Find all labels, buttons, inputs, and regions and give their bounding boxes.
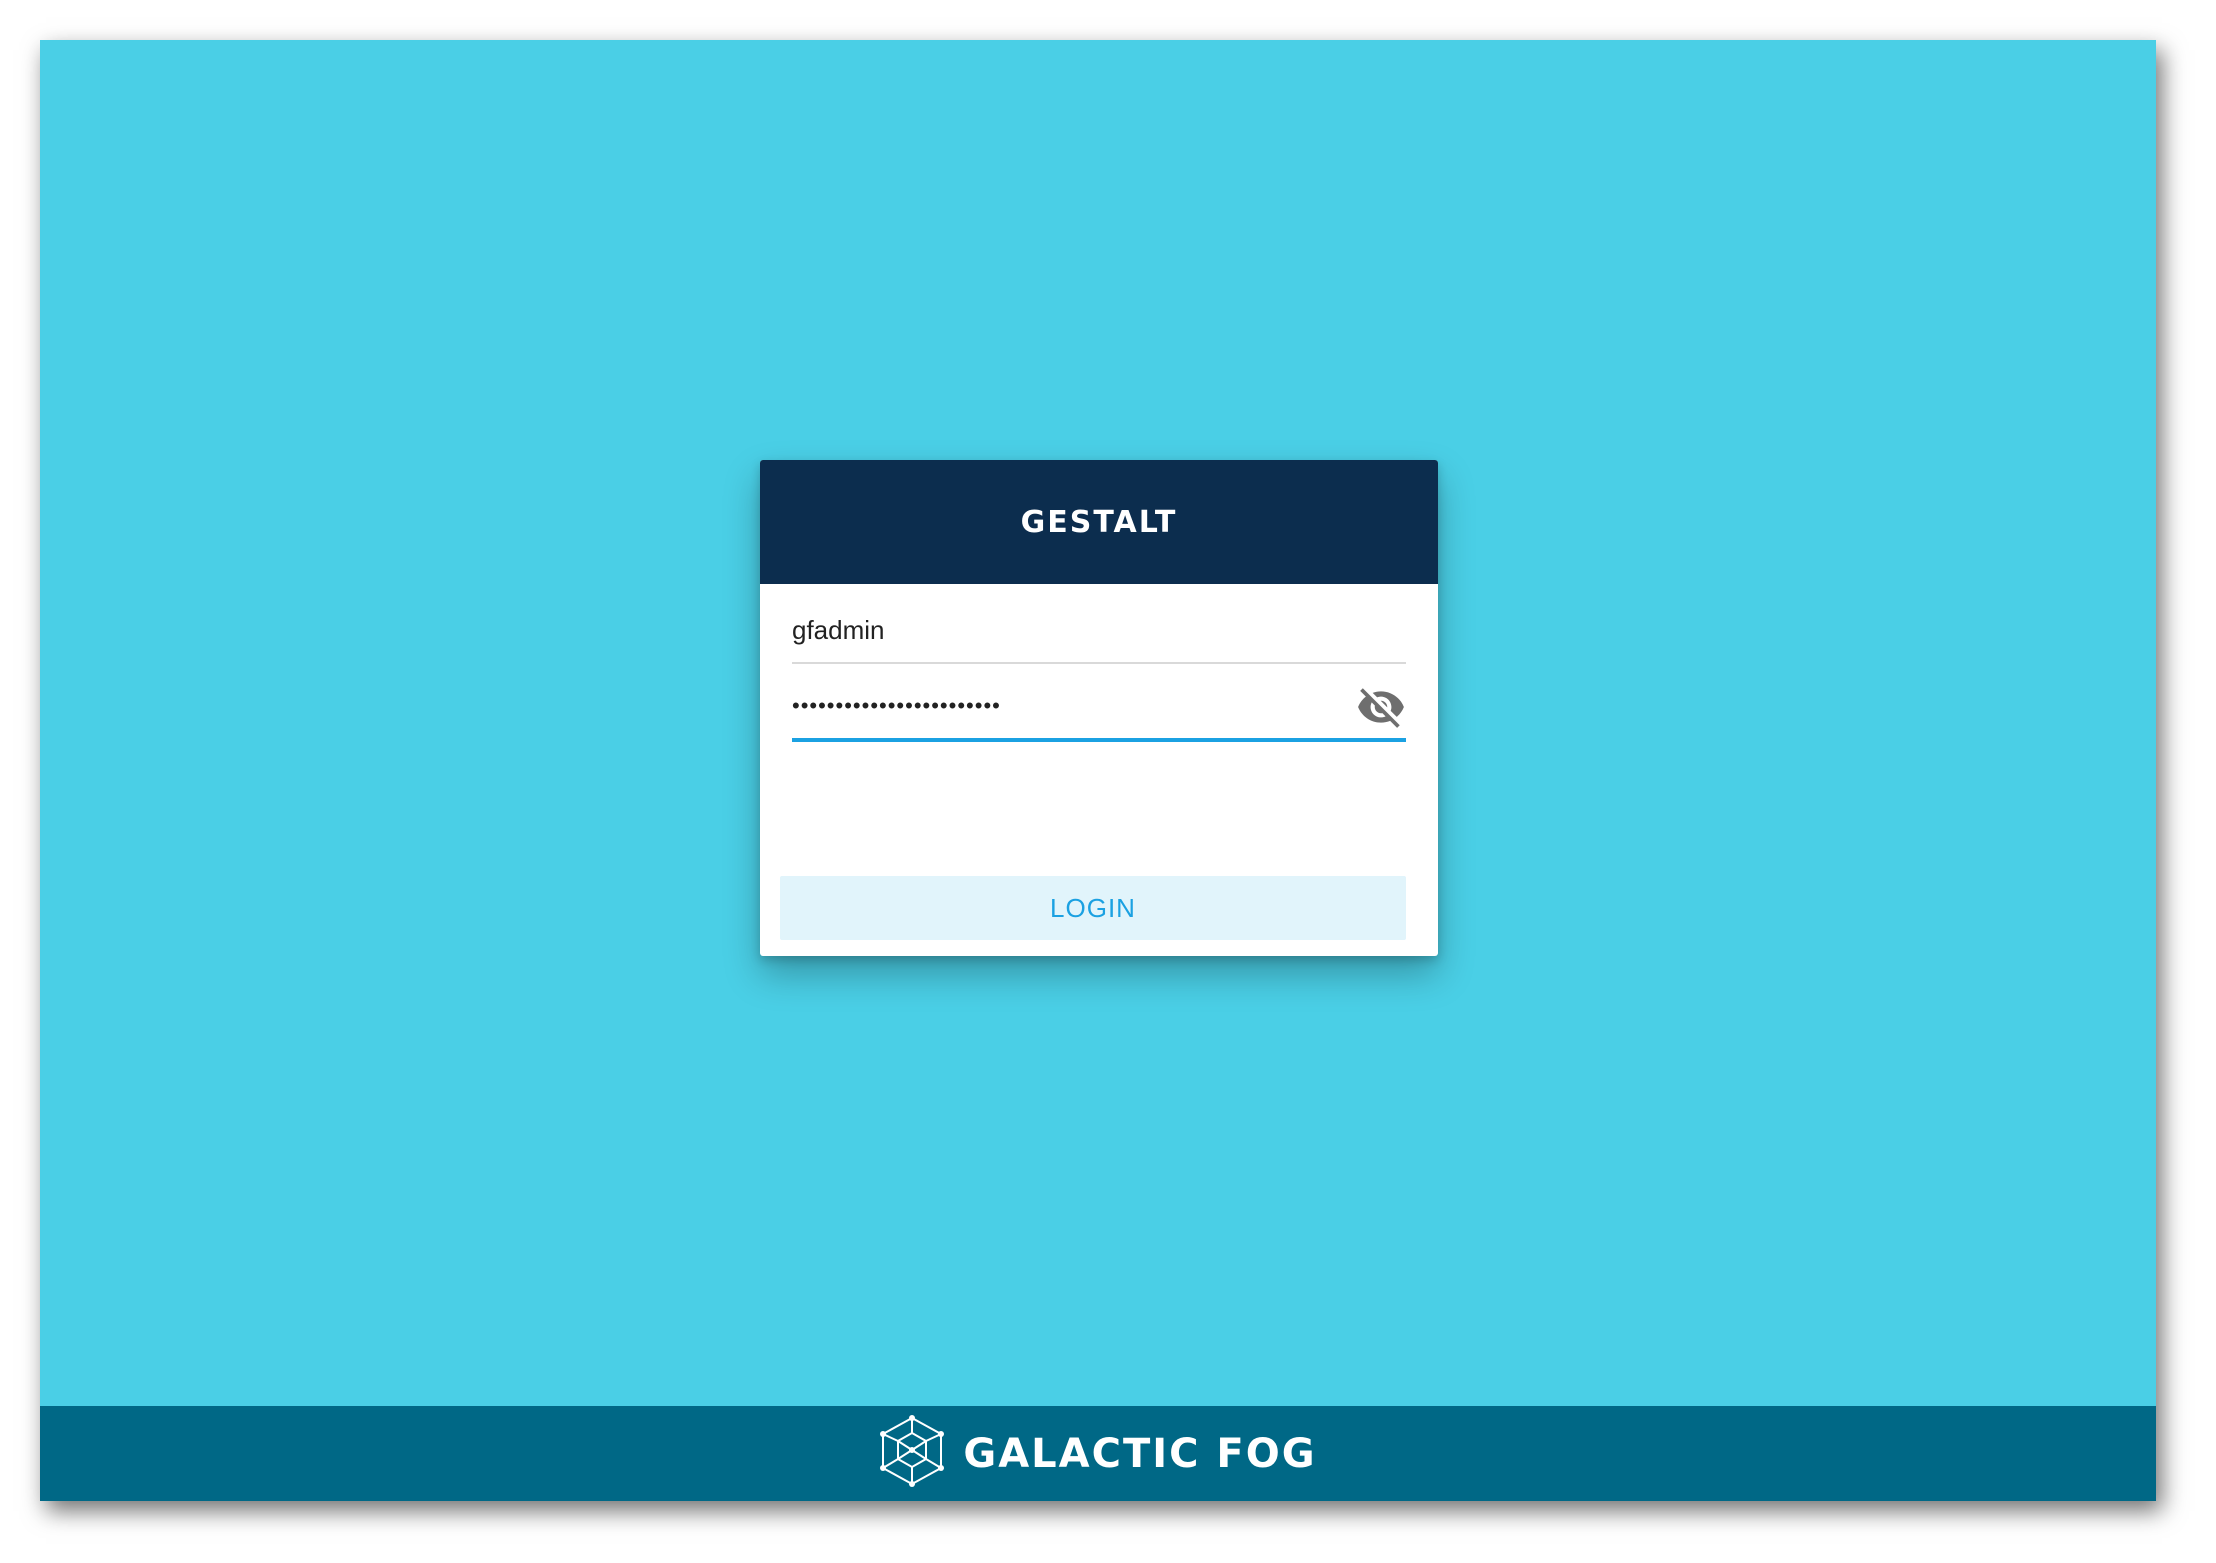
username-input[interactable]	[792, 600, 1352, 660]
app-title: GESTALT	[1020, 504, 1178, 540]
password-field	[792, 676, 1406, 742]
password-input[interactable]	[792, 676, 1352, 736]
username-field	[792, 600, 1406, 664]
brand-name: GALACTIC FOG	[963, 1430, 1317, 1477]
galactic-fog-logo-icon	[879, 1415, 945, 1492]
login-page: GESTALT LOGIN	[40, 40, 2156, 1501]
footer-logo: GALACTIC FOG	[879, 1415, 1316, 1492]
footer: GALACTIC FOG	[40, 1406, 2156, 1501]
card-header: GESTALT	[760, 460, 1438, 584]
eye-off-icon[interactable]	[1356, 682, 1406, 732]
login-button[interactable]: LOGIN	[780, 876, 1406, 940]
